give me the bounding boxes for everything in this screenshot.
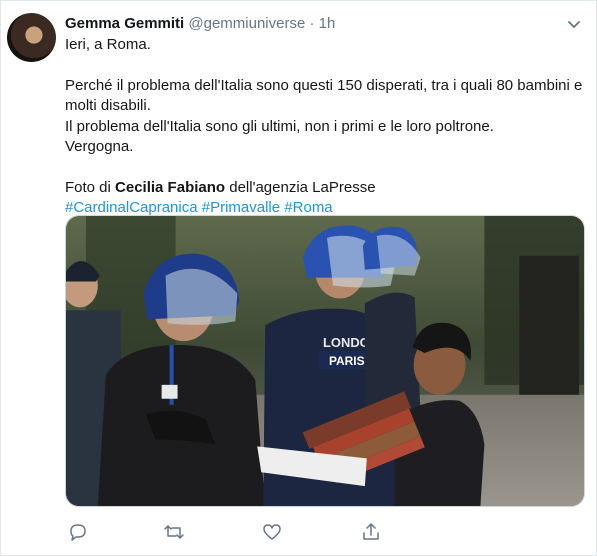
- chevron-down-icon[interactable]: [564, 14, 584, 34]
- like-icon[interactable]: [261, 521, 283, 543]
- hashtag-link[interactable]: #Roma: [284, 199, 332, 216]
- tweet-text: Ieri, a Roma. Perché il problema dell'It…: [65, 35, 585, 219]
- separator-dot: ·: [309, 15, 315, 32]
- avatar[interactable]: [7, 13, 56, 62]
- credit-name: Cecilia Fabiano: [115, 178, 226, 196]
- photo-credit: Foto di Cecilia Fabiano dell'agenzia LaP…: [65, 178, 585, 199]
- hashtag-link[interactable]: #CardinalCapranica: [65, 199, 198, 216]
- tweet-line: Il problema dell'Italia sono gli ultimi,…: [65, 117, 494, 135]
- tweet-line: Ieri, a Roma.: [65, 36, 151, 53]
- tweet-card[interactable]: Gemma Gemmiti @gemmiuniverse · 1h Ieri, …: [0, 0, 597, 556]
- share-icon[interactable]: [360, 521, 382, 543]
- retweet-icon[interactable]: [163, 521, 185, 543]
- tweet-line: Vergogna.: [65, 138, 134, 155]
- tweet-actions: [65, 521, 585, 545]
- tweet-line: Perché il problema dell'Italia sono ques…: [65, 76, 583, 115]
- tweet-header: Gemma Gemmiti @gemmiuniverse · 1h: [65, 14, 584, 34]
- author-name[interactable]: Gemma Gemmiti: [65, 15, 184, 32]
- tweet-photo[interactable]: LONDON PARIS: [65, 215, 585, 507]
- credit-prefix: Foto di: [65, 178, 116, 196]
- credit-suffix: dell'agenzia LaPresse: [225, 178, 376, 196]
- reply-icon[interactable]: [67, 521, 89, 543]
- tweet-time[interactable]: 1h: [319, 15, 336, 32]
- shirt-text-paris: PARIS: [329, 354, 365, 368]
- author-handle[interactable]: @gemmiuniverse: [188, 15, 305, 32]
- hashtag-link[interactable]: #Primavalle: [202, 199, 280, 216]
